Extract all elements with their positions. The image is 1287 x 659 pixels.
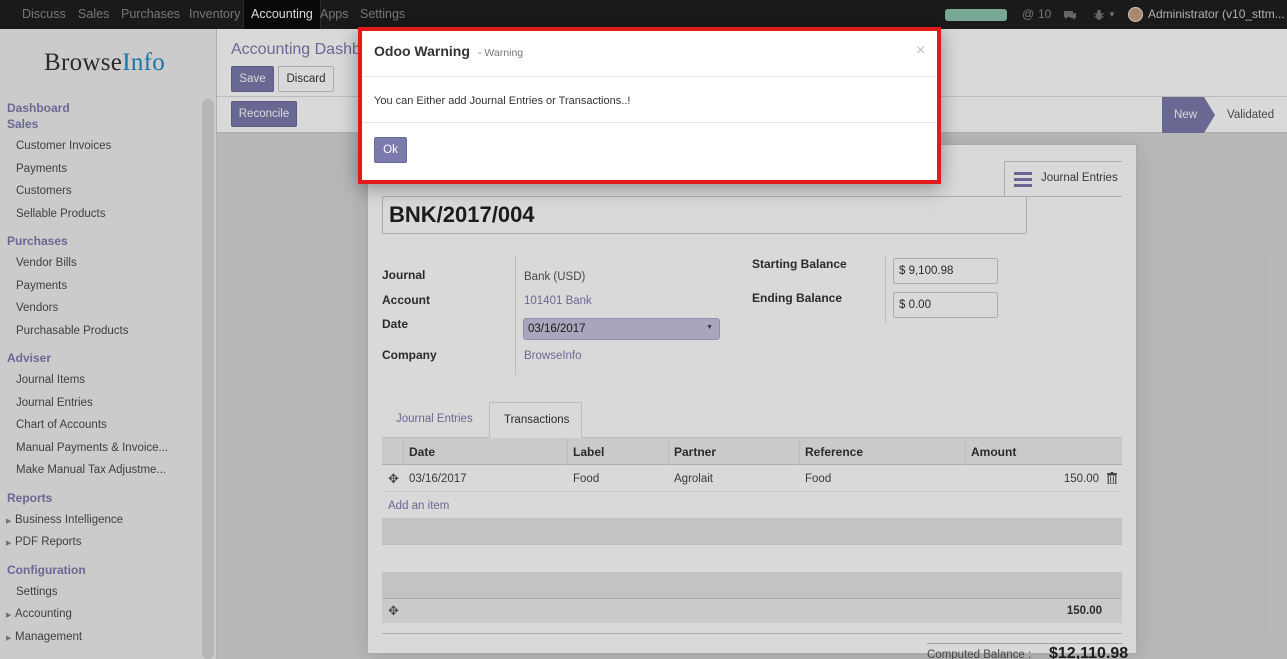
dialog-message: You can Either add Journal Entries or Tr… [374, 95, 631, 107]
dialog-subtitle: - Warning [478, 47, 524, 59]
dialog-header: Odoo Warning - Warning × [362, 31, 937, 77]
close-icon[interactable]: × [916, 42, 925, 60]
ok-button[interactable]: Ok [374, 137, 407, 163]
dialog-title: Odoo Warning [374, 43, 470, 59]
dialog-footer [362, 122, 937, 123]
warning-dialog: Odoo Warning - Warning × You can Either … [358, 27, 941, 184]
